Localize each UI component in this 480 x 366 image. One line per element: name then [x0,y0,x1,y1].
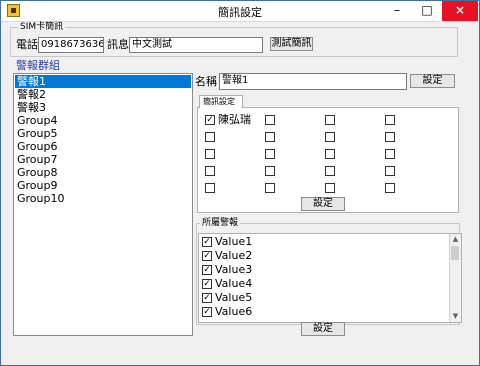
list-item[interactable]: Group10 [15,192,191,205]
minimize-icon: – [394,3,400,17]
contact-checkbox[interactable] [385,183,395,193]
contact-checkbox[interactable] [325,132,335,142]
list-item[interactable]: Group9 [15,179,191,192]
alarm-label: Value5 [215,291,253,304]
check-icon: ✓ [203,251,211,261]
contact-checkbox[interactable] [205,166,215,176]
alarm-label: Value3 [215,263,253,276]
contact-checkbox[interactable] [205,149,215,159]
alarm-label: Value2 [215,249,253,262]
scroll-thumb[interactable] [451,246,459,260]
alarm-checkbox[interactable]: ✓ [202,293,212,303]
alarm-checkbox[interactable]: ✓ [202,307,212,317]
list-item[interactable]: 警報2 [15,88,191,101]
scroll-down-icon[interactable]: ▼ [450,311,461,322]
scroll-up-icon[interactable]: ▲ [450,234,461,245]
list-item[interactable]: Group7 [15,153,191,166]
check-icon: ✓ [203,307,211,317]
alarm-groups-title: 警報群組 [16,59,60,72]
maximize-icon: □ [421,3,433,17]
contact-checkbox[interactable] [265,149,275,159]
close-icon: × [454,3,466,17]
list-item[interactable]: Group6 [15,140,191,153]
maximize-button[interactable]: □ [412,1,442,21]
phone-input[interactable]: 0918673636 [38,37,104,53]
alarm-checkbox[interactable]: ✓ [202,279,212,289]
alarm-label: Value1 [215,235,253,248]
alarm-label: Value4 [215,277,253,290]
contact-checkbox[interactable] [265,166,275,176]
sms-set-button[interactable]: 設定 [301,197,345,211]
contact-checkbox[interactable] [325,183,335,193]
contact-checkbox[interactable] [325,166,335,176]
contact-checkbox[interactable] [325,115,335,125]
check-icon: ✓ [206,115,214,125]
sim-sms-legend: SIM卡簡訊 [18,22,66,32]
contact-checkbox[interactable] [385,115,395,125]
message-input[interactable]: 中文測試 [129,37,263,53]
check-icon: ✓ [203,265,211,275]
check-icon: ✓ [203,279,211,289]
contact-checkbox[interactable] [325,149,335,159]
contact-checkbox[interactable] [265,132,275,142]
alarm-label: Value6 [215,305,253,318]
contact-checkbox[interactable] [205,132,215,142]
alarm-group-list[interactable]: 警報1 警報2 警報3 Group4 Group5 Group6 Group7 … [13,73,193,336]
phone-label: 電話 [16,38,38,51]
contact-checkbox[interactable] [265,115,275,125]
list-item[interactable]: 警報1 [15,75,191,88]
contact-label: 陳弘瑞 [218,113,251,126]
sms-settings-window: 簡訊設定 – □ × SIM卡簡訊 電話 0918673636 訊息 中文測試 … [0,0,480,366]
check-icon: ✓ [203,237,211,247]
contact-checkbox[interactable] [265,183,275,193]
list-item[interactable]: Group8 [15,166,191,179]
check-icon: ✓ [203,293,211,303]
list-item[interactable]: 警報3 [15,101,191,114]
list-item[interactable]: Group4 [15,114,191,127]
alarm-checkbox[interactable]: ✓ [202,265,212,275]
contact-checkbox[interactable] [385,132,395,142]
contact-checkbox[interactable]: ✓ [205,115,215,125]
title-bar[interactable]: 簡訊設定 – □ × [1,1,479,22]
name-set-button[interactable]: 設定 [410,74,455,88]
name-input[interactable]: 警報1 [219,73,407,90]
alarm-checkbox[interactable]: ✓ [202,251,212,261]
tab-sms-settings-label: 簡訊設定 [203,97,235,106]
close-button[interactable]: × [442,1,478,21]
alarms-set-button[interactable]: 設定 [301,322,345,336]
tab-sms-settings[interactable]: 簡訊設定 [199,95,243,108]
contact-checkbox[interactable] [385,149,395,159]
contact-checkbox[interactable] [205,183,215,193]
message-label: 訊息 [107,38,129,51]
minimize-button[interactable]: – [382,1,412,21]
alarms-legend: 所屬警報 [200,218,241,228]
name-label: 名稱 [195,75,217,88]
test-sms-button[interactable]: 測試簡訊 [270,37,313,51]
alarm-checkbox[interactable]: ✓ [202,237,212,247]
alarm-list-scrollbar[interactable]: ▲ ▼ [449,234,461,322]
contact-checkbox[interactable] [385,166,395,176]
list-item[interactable]: Group5 [15,127,191,140]
